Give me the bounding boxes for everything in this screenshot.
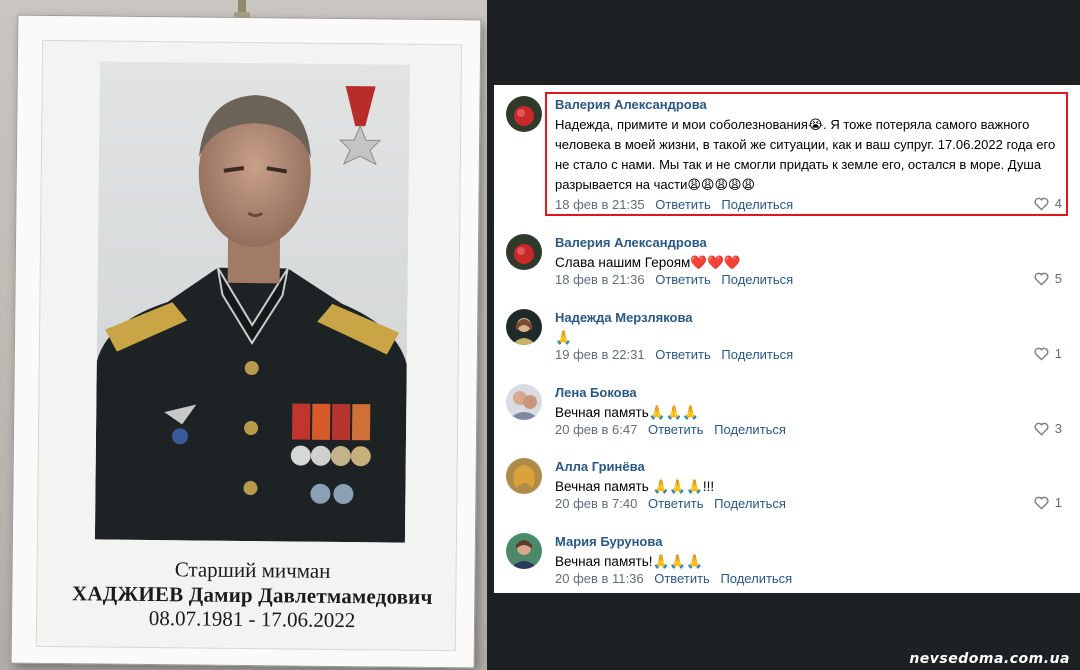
- comment-meta: 20 фев в 11:36 Ответить Поделиться: [555, 571, 792, 586]
- portrait-image: [94, 61, 410, 543]
- comment-meta: 18 фев в 21:35 Ответить Поделиться: [555, 197, 793, 212]
- avatar[interactable]: [506, 234, 542, 270]
- comment-item: Лена Бокова Вечная память🙏🙏🙏 20 фев в 6:…: [494, 373, 1080, 447]
- like-count: 1: [1054, 346, 1062, 361]
- comment-author[interactable]: Мария Бурунова: [555, 534, 662, 549]
- reply-button[interactable]: Ответить: [648, 496, 704, 511]
- avatar[interactable]: [506, 96, 542, 132]
- comment-text: Слава нашим Героям❤️❤️❤️: [555, 255, 741, 270]
- comment-author[interactable]: Алла Гринёва: [555, 459, 645, 474]
- heart-outline-icon: [1034, 496, 1049, 510]
- comment-item: Надежда Мерзлякова 🙏 19 фев в 22:31 Отве…: [494, 298, 1080, 372]
- comment-text: Надежда, примите и мои соболезнования😭. …: [555, 117, 1056, 192]
- site-watermark: nevsedoma.com.ua: [909, 651, 1070, 667]
- reply-button[interactable]: Ответить: [648, 422, 704, 437]
- comment-meta: 20 фев в 6:47 Ответить Поделиться: [555, 422, 786, 437]
- comment-author[interactable]: Лена Бокова: [555, 385, 637, 400]
- comment-item: Валерия Александрова Слава нашим Героям❤…: [494, 223, 1080, 297]
- comment-author[interactable]: Валерия Александрова: [555, 97, 707, 112]
- heart-outline-icon: [1034, 347, 1049, 361]
- like-count: 3: [1054, 421, 1062, 436]
- comment-text: Вечная память 🙏🙏🙏!!!: [555, 479, 715, 494]
- avatar[interactable]: [506, 309, 542, 345]
- heart-outline-icon: [1034, 422, 1049, 436]
- comment-text: 🙏: [555, 330, 572, 345]
- comment-item: Алла Гринёва Вечная память 🙏🙏🙏!!! 20 фев…: [494, 447, 1080, 521]
- comment-date[interactable]: 18 фев в 21:36: [555, 272, 645, 287]
- comment-author[interactable]: Надежда Мерзлякова: [555, 310, 693, 325]
- share-button[interactable]: Поделиться: [714, 496, 786, 511]
- caption-dates: 08.07.1981 - 17.06.2022: [148, 605, 356, 633]
- like-button[interactable]: 1: [1034, 346, 1062, 361]
- avatar[interactable]: [506, 384, 542, 420]
- comment-date[interactable]: 20 фев в 11:36: [555, 571, 644, 586]
- comment-item: Мария Бурунова Вечная память!🙏🙏🙏 20 фев …: [494, 522, 1080, 596]
- comment-text: Вечная память🙏🙏🙏: [555, 405, 700, 420]
- comment-date[interactable]: 19 фев в 22:31: [555, 347, 645, 362]
- comment-date[interactable]: 18 фев в 21:35: [555, 197, 645, 212]
- share-button[interactable]: Поделиться: [721, 347, 793, 362]
- comment-meta: 20 фев в 7:40 Ответить Поделиться: [555, 496, 786, 511]
- avatar[interactable]: [506, 533, 542, 569]
- share-button[interactable]: Поделиться: [714, 422, 786, 437]
- heart-outline-icon: [1034, 197, 1049, 211]
- like-count: 5: [1054, 271, 1062, 286]
- comment-item: Валерия Александрова Надежда, примите и …: [494, 85, 1080, 223]
- comment-date[interactable]: 20 фев в 6:47: [555, 422, 637, 437]
- comment-date[interactable]: 20 фев в 7:40: [555, 496, 637, 511]
- like-button[interactable]: 1: [1034, 495, 1062, 510]
- like-button[interactable]: 5: [1034, 271, 1062, 286]
- share-button[interactable]: Поделиться: [721, 272, 793, 287]
- like-count: 4: [1054, 196, 1062, 211]
- share-button[interactable]: Поделиться: [720, 571, 792, 586]
- reply-button[interactable]: Ответить: [655, 272, 711, 287]
- like-button[interactable]: 4: [1034, 196, 1062, 211]
- comments-list: Валерия Александрова Надежда, примите и …: [494, 85, 1080, 593]
- reply-button[interactable]: Ответить: [654, 571, 710, 586]
- heart-outline-icon: [1034, 272, 1049, 286]
- comment-author[interactable]: Валерия Александрова: [555, 235, 707, 250]
- comment-meta: 19 фев в 22:31 Ответить Поделиться: [555, 347, 793, 362]
- comment-text: Вечная память!🙏🙏🙏: [555, 554, 703, 569]
- share-button[interactable]: Поделиться: [721, 197, 793, 212]
- avatar[interactable]: [506, 458, 542, 494]
- picture-frame: Старший мичман ХАДЖИЕВ Дамир Давлетмамед…: [10, 14, 482, 669]
- memorial-photo-panel: Старший мичман ХАДЖИЕВ Дамир Давлетмамед…: [0, 0, 487, 670]
- reply-button[interactable]: Ответить: [655, 197, 711, 212]
- reply-button[interactable]: Ответить: [655, 347, 711, 362]
- comment-meta: 18 фев в 21:36 Ответить Поделиться: [555, 272, 793, 287]
- like-count: 1: [1054, 495, 1062, 510]
- like-button[interactable]: 3: [1034, 421, 1062, 436]
